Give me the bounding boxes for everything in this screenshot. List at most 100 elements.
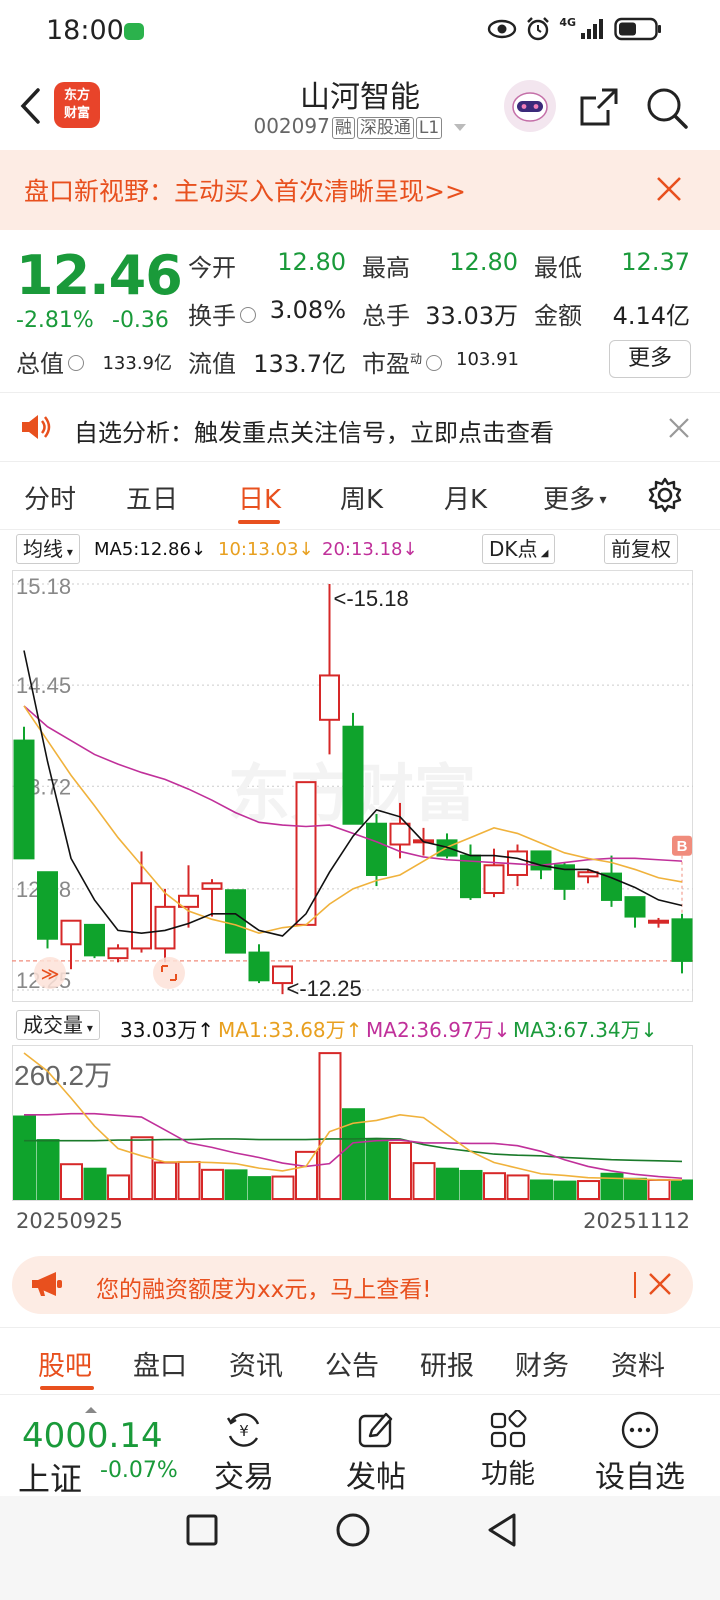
promo-banner[interactable]: 盘口新视野：主动买入首次清晰呈现>> xyxy=(0,150,720,230)
market-cap-label[interactable]: 总值 xyxy=(16,344,88,379)
add-watchlist-label: 设自选 xyxy=(595,1460,685,1495)
ma-legend-row: 均线 ▾ MA5:12.86↓ 10:13.03↓ 20:13.18↓ DK点 … xyxy=(0,534,720,566)
tab-five-day[interactable]: 五日 xyxy=(126,479,178,516)
share-icon[interactable] xyxy=(578,86,620,128)
volume-label: 总手 xyxy=(362,302,410,330)
volume-bar xyxy=(459,1169,483,1200)
candle-body xyxy=(13,739,35,860)
candle-body xyxy=(366,822,387,876)
dk-point-select[interactable]: DK点 ◢ xyxy=(482,534,556,564)
post-button[interactable]: 发帖 xyxy=(316,1410,436,1496)
ma5-value: MA5:12.86↓ xyxy=(94,539,206,560)
divider xyxy=(634,1272,636,1298)
volume-bar xyxy=(365,1139,389,1200)
close-icon[interactable] xyxy=(648,1272,672,1296)
svg-text:¥: ¥ xyxy=(239,1422,249,1440)
volume-legend-row: 成交量 ▾ 33.03万↑ MA1:33.68万↑ MA2:36.97万↓ MA… xyxy=(0,1008,720,1042)
tab-orderbook[interactable]: 盘口 xyxy=(133,1344,187,1383)
chevron-down-icon xyxy=(453,123,466,131)
caret-icon: ◢ xyxy=(537,548,549,559)
tab-announcements[interactable]: 公告 xyxy=(325,1344,379,1383)
open-value: 12.80 xyxy=(277,248,346,276)
candle-body xyxy=(37,871,58,940)
stock-header: 东方 财富 山河智能 002097 融深股通 L1 xyxy=(0,62,720,150)
volume-max-label: 260.2万 xyxy=(14,1060,112,1091)
volume-bar xyxy=(107,1174,130,1201)
tab-forum[interactable]: 股吧 xyxy=(38,1344,92,1383)
wechat-notification-icon xyxy=(124,23,144,40)
close-icon[interactable] xyxy=(656,176,682,202)
volume-indicator-label: 成交量 xyxy=(23,1013,83,1037)
volume-bar xyxy=(60,1163,83,1200)
high-label: 最高 xyxy=(362,254,410,282)
back-icon[interactable] xyxy=(486,1512,518,1548)
yen-exchange-icon: ¥ xyxy=(226,1413,260,1447)
tab-more-label: 更多 xyxy=(543,485,596,515)
vol-ma1-value: MA1:33.68万↑ xyxy=(218,1018,363,1042)
index-change: -0.07% xyxy=(100,1458,178,1483)
change-percent: -2.81% xyxy=(16,308,94,333)
info-icon[interactable] xyxy=(68,355,84,371)
recent-apps-icon[interactable] xyxy=(186,1514,218,1546)
float-cap-value: 133.7亿 xyxy=(253,350,346,378)
promo-text[interactable]: 盘口新视野：主动买入首次清晰呈现>> xyxy=(24,172,466,208)
megaphone-icon xyxy=(32,1272,62,1296)
volume-bar xyxy=(295,1150,318,1200)
tab-daily-k[interactable]: 日K xyxy=(238,479,281,516)
system-nav-bar xyxy=(0,1496,720,1600)
volume-bar xyxy=(13,1115,36,1200)
info-tabs: 股吧 盘口 资讯 公告 研报 财务 资料 xyxy=(0,1327,720,1395)
alert-text[interactable]: 自选分析：触发重点关注信号，立即点击查看 xyxy=(74,413,554,448)
add-watchlist-button[interactable]: 设自选 xyxy=(580,1410,700,1496)
high-value: 12.80 xyxy=(449,248,518,276)
tab-more[interactable]: 更多 ▾ xyxy=(543,479,607,516)
volume-indicator-select[interactable]: 成交量 ▾ xyxy=(16,1010,100,1040)
buy-marker-label: B xyxy=(677,838,688,855)
margin-text[interactable]: 您的融资额度为xx元，马上查看! xyxy=(96,1270,431,1304)
candle-body xyxy=(201,882,223,890)
tab-weekly-k[interactable]: 周K xyxy=(340,479,383,516)
volume-chart[interactable]: 260.2万 xyxy=(12,1045,693,1201)
tab-news[interactable]: 资讯 xyxy=(229,1344,283,1383)
search-icon[interactable] xyxy=(645,86,689,130)
vol-ma3-value: MA3:67.34万↓ xyxy=(513,1018,658,1042)
margin-banner[interactable]: 您的融资额度为xx元，马上查看! xyxy=(12,1256,693,1314)
tab-intraday[interactable]: 分时 xyxy=(24,479,76,516)
trade-button[interactable]: ¥ 交易 xyxy=(184,1410,304,1496)
candle-body xyxy=(624,896,646,918)
more-button[interactable]: 更多 xyxy=(609,340,691,378)
indicator-select[interactable]: 均线 ▾ xyxy=(16,534,80,564)
amount-label: 金额 xyxy=(534,302,582,330)
turnover-label-text: 换手 xyxy=(188,302,236,330)
pe-label[interactable]: 市盈动 xyxy=(362,344,446,379)
tab-profile[interactable]: 资料 xyxy=(611,1344,665,1383)
tab-financials[interactable]: 财务 xyxy=(515,1344,569,1383)
home-icon[interactable] xyxy=(335,1512,371,1548)
active-tab-indicator xyxy=(40,1386,94,1390)
gear-icon[interactable] xyxy=(646,476,684,514)
assistant-robot-icon[interactable] xyxy=(504,80,556,132)
info-icon[interactable] xyxy=(426,355,443,371)
buy-marker[interactable]: B xyxy=(672,835,692,856)
candlestick-chart[interactable]: 东方财富 15.18 14.45 13.72 12.98 12.25 <-15.… xyxy=(12,570,693,1002)
candle-body xyxy=(483,864,505,895)
volume-bar xyxy=(154,1161,177,1200)
adjust-select[interactable]: 前复权 xyxy=(604,534,678,564)
caret-up-icon xyxy=(85,1407,97,1413)
close-icon[interactable] xyxy=(668,417,690,439)
tab-research[interactable]: 研报 xyxy=(420,1344,474,1383)
vol-ma2-value: MA2:36.97万↓ xyxy=(366,1018,511,1042)
turnover-value: 3.08% xyxy=(269,296,346,324)
functions-button[interactable]: 功能 xyxy=(448,1410,568,1491)
connect-tag: 深股通 xyxy=(356,117,414,139)
candle-body xyxy=(60,919,82,946)
volume-bar xyxy=(83,1167,107,1201)
turnover-label[interactable]: 换手 xyxy=(188,296,260,331)
fullscreen-icon[interactable] xyxy=(153,957,185,989)
info-icon[interactable] xyxy=(240,307,256,323)
tab-monthly-k[interactable]: 月K xyxy=(444,479,487,516)
analysis-alert[interactable]: 自选分析：触发重点关注信号，立即点击查看 xyxy=(0,392,720,462)
level-tag: L1 xyxy=(415,117,443,139)
current-price: 12.46 xyxy=(16,244,183,307)
volume-bar xyxy=(483,1172,506,1201)
